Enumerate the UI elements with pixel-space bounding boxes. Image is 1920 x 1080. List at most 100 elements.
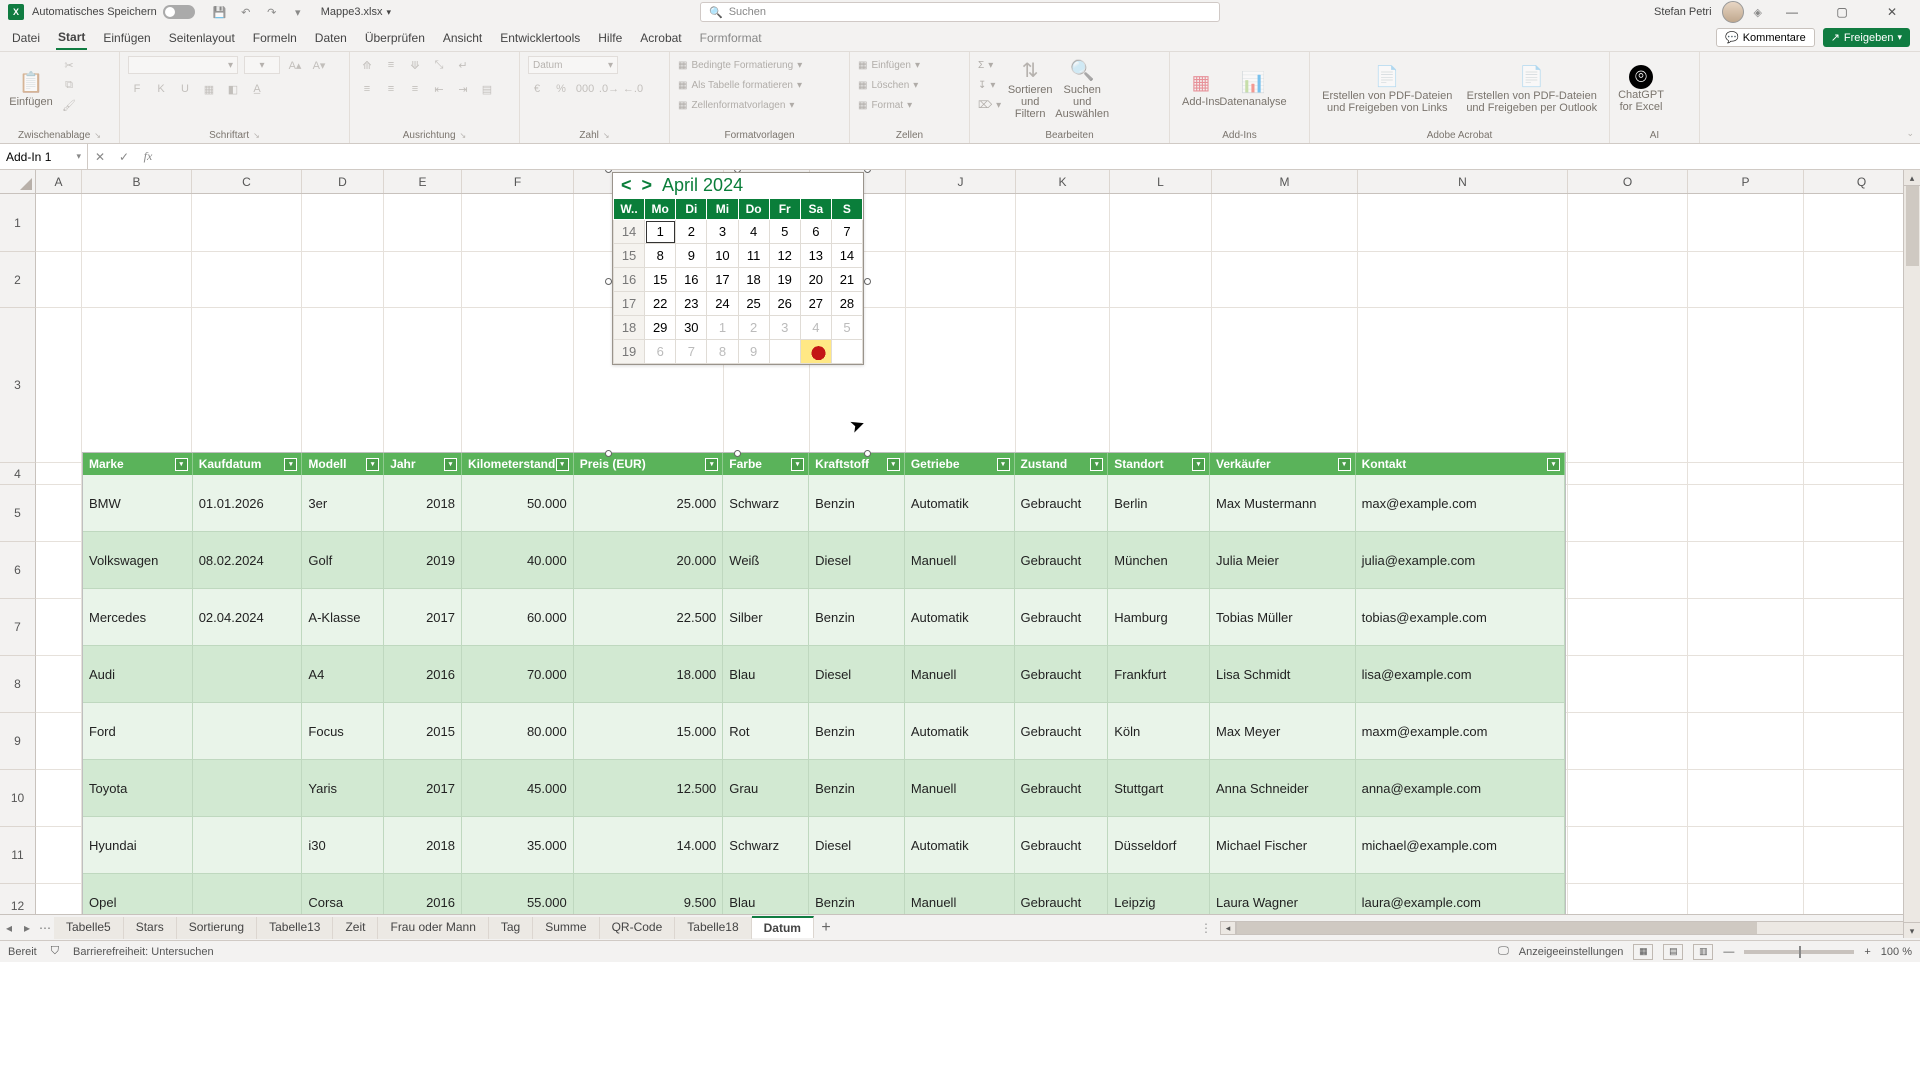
borders-icon[interactable]: ▦ (200, 80, 218, 98)
filter-icon[interactable]: ▾ (1192, 458, 1205, 471)
table-cell[interactable]: Schwarz (723, 817, 809, 874)
sheet-tab[interactable]: Sortierung (177, 917, 257, 939)
table-cell[interactable]: Michael Fischer (1210, 817, 1356, 874)
row-header[interactable]: 9 (0, 713, 36, 770)
table-cell[interactable]: Manuell (905, 874, 1015, 914)
fx-icon[interactable]: fx (136, 149, 160, 164)
table-cell[interactable]: Benzin (809, 760, 905, 817)
col-header[interactable]: J (906, 170, 1016, 193)
filter-icon[interactable]: ▾ (887, 458, 900, 471)
cell[interactable] (1688, 485, 1804, 542)
table-cell[interactable]: Gebraucht (1015, 874, 1109, 914)
filter-icon[interactable]: ▾ (444, 458, 457, 471)
align-right-icon[interactable]: ≡ (406, 80, 424, 98)
table-cell[interactable]: 55.000 (462, 874, 574, 914)
cell[interactable] (1688, 770, 1804, 827)
cell[interactable] (192, 252, 302, 308)
copy-icon[interactable]: ⧉ (60, 76, 78, 94)
calendar-day[interactable]: 4 (738, 220, 769, 244)
table-cell[interactable]: 14.000 (574, 817, 724, 874)
table-header[interactable]: Kontakt▾ (1356, 453, 1565, 475)
table-cell[interactable]: 02.04.2024 (193, 589, 303, 646)
acrobat-pdf-outlook-button[interactable]: 📄Erstellen von PDF-Dateien und Freigeben… (1463, 56, 1602, 122)
table-header[interactable]: Zustand▾ (1015, 453, 1109, 475)
table-cell[interactable]: Tobias Müller (1210, 589, 1356, 646)
calendar-day[interactable]: 30 (676, 316, 707, 340)
table-cell[interactable]: Diesel (809, 532, 905, 589)
cell[interactable] (384, 194, 462, 252)
table-cell[interactable]: Stuttgart (1108, 760, 1210, 817)
align-center-icon[interactable]: ≡ (382, 80, 400, 98)
diamond-icon[interactable]: ◈ (1754, 6, 1762, 19)
calendar-day[interactable]: 5 (769, 220, 800, 244)
next-month-button[interactable]: > (642, 175, 653, 196)
view-normal-icon[interactable]: ▦ (1633, 944, 1653, 960)
table-cell[interactable]: Blau (723, 874, 809, 914)
cancel-formula-icon[interactable]: ✕ (88, 150, 112, 164)
calendar-day[interactable]: 12 (769, 244, 800, 268)
table-cell[interactable]: Golf (302, 532, 384, 589)
cell[interactable] (1568, 599, 1688, 656)
zoom-out-icon[interactable]: — (1723, 946, 1734, 958)
calendar-day[interactable]: 14 (831, 244, 862, 268)
view-pagebreak-icon[interactable]: ▥ (1693, 944, 1713, 960)
filter-icon[interactable]: ▾ (705, 458, 718, 471)
cell[interactable] (1016, 308, 1110, 463)
decrease-font-icon[interactable]: A▾ (310, 56, 328, 74)
table-cell[interactable]: Automatik (905, 475, 1015, 532)
table-header[interactable]: Kaufdatum▾ (193, 453, 303, 475)
table-cell[interactable]: Max Meyer (1210, 703, 1356, 760)
table-cell[interactable]: Weiß (723, 532, 809, 589)
tab-data[interactable]: Daten (313, 27, 349, 49)
cell[interactable] (36, 308, 82, 463)
table-cell[interactable]: A4 (302, 646, 384, 703)
table-cell[interactable]: Silber (723, 589, 809, 646)
calendar-day[interactable]: 1 (707, 316, 738, 340)
calendar-day[interactable]: 1 (645, 220, 676, 244)
scroll-thumb[interactable] (1906, 186, 1919, 266)
table-cell[interactable]: BMW (83, 475, 193, 532)
row-header[interactable]: 7 (0, 599, 36, 656)
font-name-combo[interactable]: ▾ (128, 56, 238, 74)
cell[interactable] (82, 194, 192, 252)
format-as-table-button[interactable]: ▦Als Tabelle formatieren▾ (678, 76, 802, 94)
table-cell[interactable]: Hyundai (83, 817, 193, 874)
table-row[interactable]: ToyotaYaris201745.00012.500GrauBenzinMan… (83, 760, 1565, 817)
col-header[interactable]: O (1568, 170, 1688, 193)
minimize-button[interactable]: — (1772, 0, 1812, 24)
cell[interactable] (906, 252, 1016, 308)
table-row[interactable]: Volkswagen08.02.2024Golf201940.00020.000… (83, 532, 1565, 589)
align-left-icon[interactable]: ≡ (358, 80, 376, 98)
table-header[interactable]: Standort▾ (1108, 453, 1210, 475)
save-icon[interactable]: 💾 (209, 1, 231, 23)
launcher-icon[interactable]: ↘ (460, 131, 467, 140)
fill-color-icon[interactable]: ◧ (224, 80, 242, 98)
share-button[interactable]: ↗ Freigeben ▾ (1823, 28, 1910, 47)
table-header[interactable]: Verkäufer▾ (1210, 453, 1356, 475)
autosave-toggle[interactable]: Automatisches Speichern (32, 5, 195, 19)
table-cell[interactable]: i30 (302, 817, 384, 874)
table-row[interactable]: OpelCorsa201655.0009.500BlauBenzinManuel… (83, 874, 1565, 914)
row-header[interactable]: 2 (0, 252, 36, 308)
collapse-ribbon-icon[interactable]: ⌄ (1906, 128, 1914, 139)
filter-icon[interactable]: ▾ (1338, 458, 1351, 471)
calendar-day[interactable]: 7 (676, 340, 707, 364)
cell[interactable] (1568, 252, 1688, 308)
data-table[interactable]: Marke▾Kaufdatum▾Modell▾Jahr▾Kilometersta… (82, 452, 1566, 914)
calendar-day[interactable]: 21 (831, 268, 862, 292)
col-header[interactable]: B (82, 170, 192, 193)
calendar-day[interactable]: 2 (676, 220, 707, 244)
sheet-tab[interactable]: QR-Code (600, 917, 676, 939)
thousands-icon[interactable]: 000 (576, 80, 594, 98)
cell[interactable] (302, 252, 384, 308)
table-cell[interactable]: Grau (723, 760, 809, 817)
clear-button[interactable]: ⌦▾ (978, 96, 1001, 114)
cell[interactable] (302, 308, 384, 463)
document-name[interactable]: Mappe3.xlsx ▾ (321, 6, 391, 18)
number-format-combo[interactable]: Datum▾ (528, 56, 618, 74)
calendar-day[interactable]: 29 (645, 316, 676, 340)
merge-icon[interactable]: ▤ (478, 80, 496, 98)
calendar-day[interactable]: 19 (769, 268, 800, 292)
table-cell[interactable]: München (1108, 532, 1210, 589)
tab-shapeformat[interactable]: Formformat (698, 27, 764, 49)
